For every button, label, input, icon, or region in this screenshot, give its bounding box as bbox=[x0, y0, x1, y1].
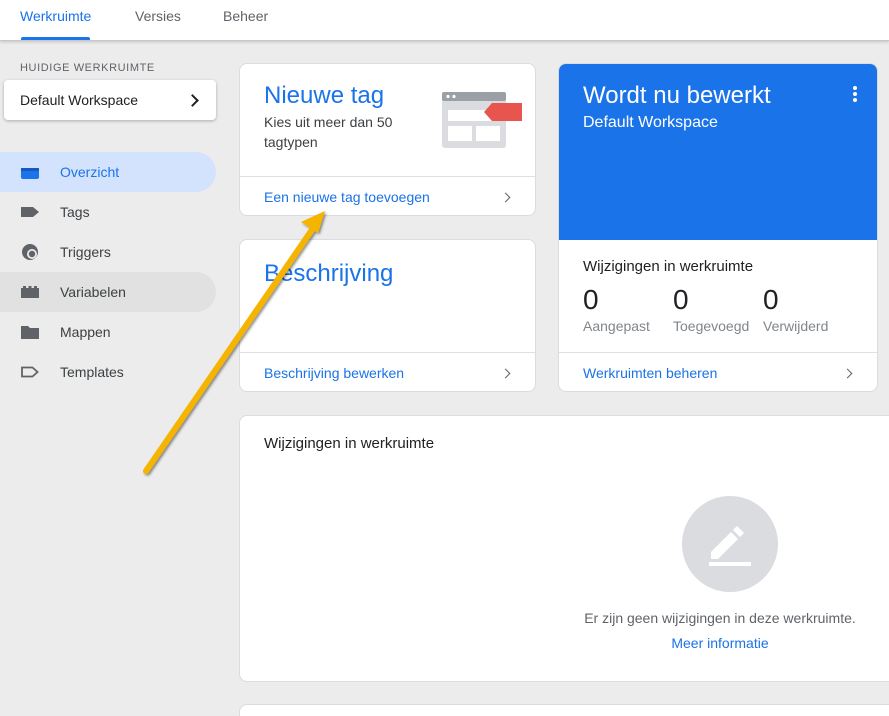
changes-heading: Wijzigingen in werkruimte bbox=[583, 258, 754, 275]
tag-icon bbox=[20, 202, 40, 222]
stat-label: Aangepast bbox=[583, 318, 650, 334]
sidebar-item-label: Templates bbox=[60, 364, 124, 380]
sidebar-item-overzicht[interactable]: Overzicht bbox=[0, 152, 216, 192]
trigger-icon bbox=[20, 242, 40, 262]
sidebar-item-label: Mappen bbox=[60, 324, 111, 340]
edit-description-label: Beschrijving bewerken bbox=[264, 365, 405, 381]
tab-werkruimte[interactable]: Werkruimte bbox=[20, 0, 91, 40]
sidebar-item-label: Variabelen bbox=[60, 284, 126, 300]
add-new-tag-label: Een nieuwe tag toevoegen bbox=[264, 189, 430, 205]
chevron-right-icon bbox=[842, 368, 853, 378]
workspace-selector[interactable]: Default Workspace bbox=[4, 80, 216, 120]
empty-state-text: Er zijn geen wijzigingen in deze werkrui… bbox=[584, 610, 856, 626]
manage-workspaces-link[interactable]: Werkruimten beheren bbox=[559, 353, 877, 391]
stat-value: 0 bbox=[673, 284, 689, 315]
chevron-right-icon bbox=[500, 192, 511, 202]
more-info-link[interactable]: Meer informatie bbox=[240, 635, 889, 651]
sidebar-item-label: Overzicht bbox=[60, 164, 120, 180]
more-vert-icon[interactable] bbox=[853, 86, 857, 102]
new-tag-title[interactable]: Nieuwe tag bbox=[264, 82, 384, 110]
stat-added: 0 Toegevoegd bbox=[673, 284, 749, 334]
sidebar-item-label: Triggers bbox=[60, 244, 111, 260]
empty-state-illustration bbox=[682, 496, 778, 592]
stat-value: 0 bbox=[583, 284, 599, 315]
next-card bbox=[239, 704, 889, 716]
stat-modified: 0 Aangepast bbox=[583, 284, 650, 334]
sidebar-item-variabelen[interactable]: Variabelen bbox=[0, 272, 216, 312]
top-tab-bar: Werkruimte Versies Beheer bbox=[0, 0, 889, 41]
folder-icon bbox=[20, 322, 40, 342]
stat-deleted: 0 Verwijderd bbox=[763, 284, 828, 334]
workspace-changes-title: Wijzigingen in werkruimte bbox=[264, 435, 435, 452]
sidebar-item-templates[interactable]: Templates bbox=[0, 352, 216, 392]
sidebar-item-label: Tags bbox=[60, 204, 90, 220]
tag-illustration-icon bbox=[442, 92, 524, 153]
new-tag-card: Nieuwe tag Kies uit meer dan 50 tagtypen… bbox=[239, 63, 536, 216]
template-icon bbox=[20, 362, 40, 382]
stat-label: Toegevoegd bbox=[673, 318, 750, 334]
description-title: Beschrijving bbox=[264, 260, 394, 287]
workspace-caption: HUIDIGE WERKRUIMTE bbox=[20, 62, 155, 74]
description-card: Beschrijving Beschrijving bewerken bbox=[239, 239, 536, 392]
overview-icon bbox=[20, 162, 40, 182]
add-new-tag-link[interactable]: Een nieuwe tag toevoegen bbox=[240, 177, 535, 215]
sidebar-item-mappen[interactable]: Mappen bbox=[0, 312, 216, 352]
edit-description-link[interactable]: Beschrijving bewerken bbox=[240, 353, 535, 391]
chevron-right-icon bbox=[186, 93, 199, 107]
workspace-changes-card: Wijzigingen in werkruimte Er zijn geen w… bbox=[239, 415, 889, 682]
tab-versies[interactable]: Versies bbox=[135, 0, 181, 40]
stat-value: 0 bbox=[763, 284, 779, 315]
new-tag-description: Kies uit meer dan 50 tagtypen bbox=[264, 114, 393, 150]
manage-workspaces-label: Werkruimten beheren bbox=[583, 365, 718, 381]
sidebar-item-tags[interactable]: Tags bbox=[0, 192, 216, 232]
variables-icon bbox=[20, 282, 40, 302]
tab-beheer[interactable]: Beheer bbox=[223, 0, 268, 40]
currently-editing-card: Wordt nu bewerkt Default Workspace Wijzi… bbox=[558, 63, 878, 392]
editing-workspace-name: Default Workspace bbox=[583, 114, 718, 131]
editing-title: Wordt nu bewerkt bbox=[583, 82, 771, 109]
stat-label: Verwijderd bbox=[763, 318, 829, 334]
chevron-right-icon bbox=[500, 368, 511, 378]
edit-pencil-icon bbox=[709, 526, 751, 566]
workspace-name: Default Workspace bbox=[20, 92, 139, 108]
sidebar-item-triggers[interactable]: Triggers bbox=[0, 232, 216, 272]
